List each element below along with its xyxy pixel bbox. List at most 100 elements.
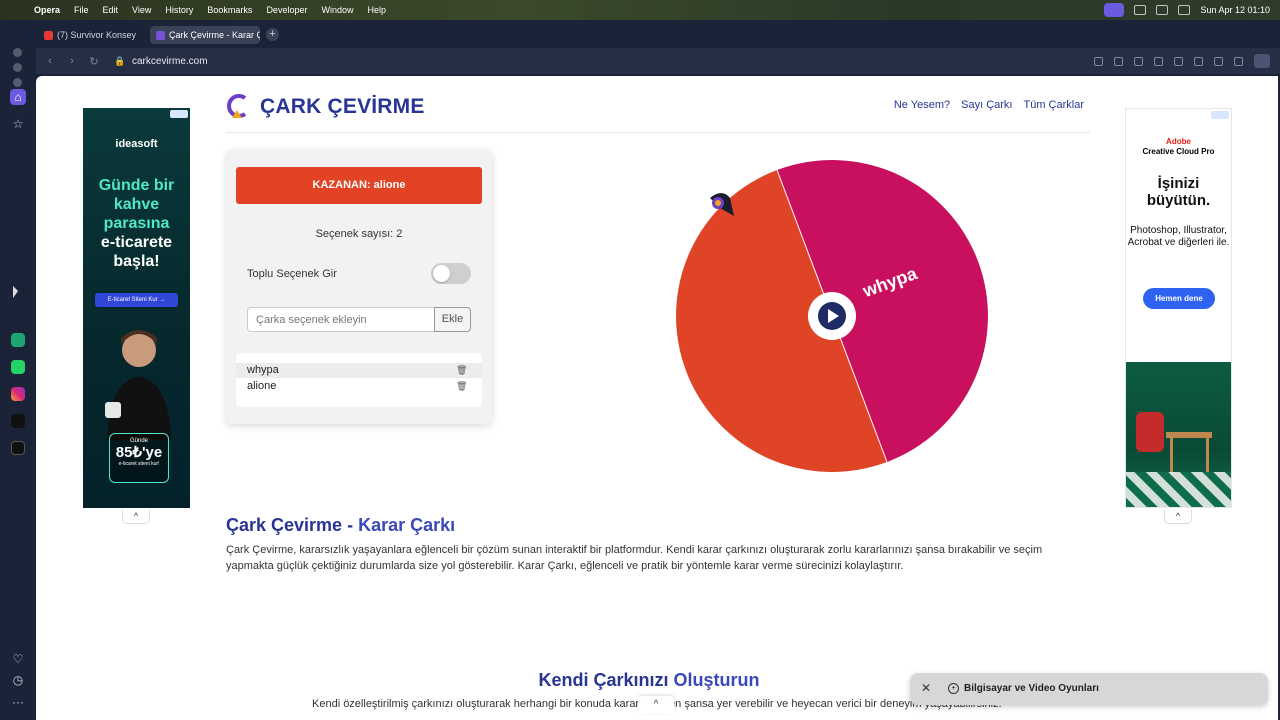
ad-line: e-ticarete: [100, 234, 173, 251]
menu-clock[interactable]: Sun Apr 12 01:10: [1200, 5, 1270, 15]
camera-icon[interactable]: [1114, 56, 1123, 66]
ad-brand: ideasoft: [115, 138, 158, 150]
ad-cta-button[interactable]: Hemen dene: [1143, 288, 1215, 309]
menu-icon[interactable]: [1234, 56, 1243, 66]
nav-link-tum-carklar[interactable]: Tüm Çarklar: [1023, 99, 1084, 111]
heading-part: Çark Çevirme -: [226, 515, 359, 535]
option-input[interactable]: [247, 307, 435, 332]
ad-info-icon[interactable]: [1211, 111, 1229, 119]
chatgpt-icon[interactable]: [11, 333, 25, 347]
tab-cark-cevirme[interactable]: Çark Çevirme - Karar Ça: [150, 26, 260, 44]
opera-status-icon[interactable]: [1104, 3, 1125, 17]
site-nav: Ne Yesem? Sayı Çarkı Tüm Çarklar: [894, 99, 1084, 111]
web-page: ideasoft Günde bir kahve parasına e-tica…: [36, 76, 1278, 720]
ad-collapse-button[interactable]: ^: [122, 510, 150, 524]
toolbar-icons: [1094, 54, 1270, 68]
zoom-window-button[interactable]: [13, 78, 22, 87]
ad-price-bottom: e-ticaret siteni kur!: [118, 461, 160, 467]
menu-developer[interactable]: Developer: [266, 5, 307, 15]
menu-app-name[interactable]: Opera: [34, 5, 60, 15]
download-icon[interactable]: [1214, 56, 1223, 66]
wifi-icon[interactable]: [1156, 5, 1169, 15]
star-icon[interactable]: ☆: [10, 116, 26, 132]
category-toast[interactable]: ✕ + Bilgisayar ve Video Oyunları: [910, 673, 1268, 705]
site-favicon-icon: [156, 30, 165, 40]
control-center-icon[interactable]: [1178, 5, 1191, 15]
tiktok-icon[interactable]: [11, 414, 25, 428]
ad-brand-product: Creative Cloud Pro: [1142, 147, 1215, 156]
ad-info-icon[interactable]: [170, 110, 188, 118]
site-info-icon[interactable]: 🔒: [114, 56, 125, 66]
ad-line: kahve: [113, 196, 160, 213]
tab-bar: (7) Survivor Konsey Çark Çevirme - Karar…: [36, 20, 1280, 48]
close-window-button[interactable]: [13, 48, 22, 57]
menu-edit[interactable]: Edit: [103, 5, 119, 15]
menu-help[interactable]: Help: [367, 5, 386, 15]
trash-icon[interactable]: 🗑: [456, 365, 467, 375]
add-option-button[interactable]: Ekle: [434, 307, 471, 332]
article-paragraph: Çark Çevirme, kararsızlık yaşayanlara eğ…: [226, 544, 1043, 572]
forward-button[interactable]: ›: [64, 55, 80, 67]
ad-line: parasına: [103, 215, 170, 232]
status-area: Sun Apr 12 01:10: [1104, 0, 1270, 20]
minimize-window-button[interactable]: [13, 63, 22, 72]
list-item[interactable]: whypa 🗑: [236, 363, 482, 378]
heading-accent: Karar Çarkı: [358, 515, 456, 535]
ad-body: Photoshop, Illustrator, Acrobat ve diğer…: [1127, 225, 1230, 248]
list-item[interactable]: alione 🗑: [236, 379, 482, 394]
heart-icon[interactable]: ♡: [10, 651, 26, 667]
play-icon[interactable]: [1174, 56, 1183, 66]
menu-file[interactable]: File: [74, 5, 89, 15]
option-label: alione: [247, 380, 277, 392]
nav-link-ne-yesem[interactable]: Ne Yesem?: [894, 99, 950, 111]
menu-view[interactable]: View: [132, 5, 151, 15]
toggle-knob: [433, 265, 450, 282]
url-field[interactable]: carkcevirme.com: [132, 56, 208, 67]
site-title[interactable]: ÇARK ÇEVİRME: [260, 95, 425, 119]
extension-icon[interactable]: [1154, 56, 1163, 66]
bottom-ad-expand-button[interactable]: ^: [638, 696, 674, 714]
ad-price: 85₺'ye: [115, 444, 163, 461]
menu-window[interactable]: Window: [321, 5, 353, 15]
header-divider: [226, 132, 1090, 133]
heading-accent: Oluşturun: [673, 670, 760, 690]
address-bar: ‹ › ↻ 🔒 carkcevirme.com: [36, 48, 1280, 74]
heart-icon[interactable]: [1194, 56, 1203, 66]
x-icon[interactable]: [11, 441, 25, 455]
shield-icon[interactable]: [1134, 56, 1143, 66]
ad-cta-button[interactable]: E-ticaret Siteni Kur →: [95, 293, 178, 307]
close-icon[interactable]: ✕: [921, 681, 931, 695]
new-tab-button[interactable]: +: [266, 28, 279, 41]
mouse-cursor: [13, 286, 18, 298]
more-icon[interactable]: ···: [10, 694, 26, 710]
winner-banner: KAZANAN: alione: [236, 167, 482, 204]
site-logo-icon[interactable]: [226, 92, 248, 120]
tab-title: (7) Survivor Konsey: [57, 30, 137, 40]
share-icon[interactable]: [1094, 56, 1103, 66]
apple-icon[interactable]: [12, 3, 26, 17]
browser-sidebar: ⌂ ☆ ♡ ◷ ···: [0, 20, 36, 720]
reload-button[interactable]: ↻: [86, 55, 102, 68]
ad-brand: Adobe Creative Cloud Pro: [1126, 137, 1231, 157]
heading-part: Kendi Çarkınızı: [538, 670, 674, 690]
profile-avatar[interactable]: [1254, 54, 1270, 68]
ad-right-banner[interactable]: Adobe Creative Cloud Pro İşinizi büyütün…: [1125, 108, 1232, 508]
ad-collapse-button[interactable]: ^: [1164, 510, 1192, 524]
history-icon[interactable]: ◷: [10, 672, 26, 688]
ad-photo-image: [1126, 362, 1231, 507]
bulk-entry-toggle[interactable]: [431, 263, 471, 284]
trash-icon[interactable]: 🗑: [456, 381, 467, 391]
battery-icon[interactable]: [1134, 5, 1147, 15]
option-count: Seçenek sayısı: 2: [315, 228, 403, 240]
nav-link-sayi-carki[interactable]: Sayı Çarkı: [961, 99, 1012, 111]
back-button[interactable]: ‹: [42, 55, 58, 67]
ad-headline: Günde bir kahve parasına e-ticarete başl…: [89, 176, 184, 271]
menu-bookmarks[interactable]: Bookmarks: [207, 5, 252, 15]
home-icon[interactable]: ⌂: [10, 89, 26, 105]
tab-survivor[interactable]: (7) Survivor Konsey: [38, 26, 148, 44]
instagram-icon[interactable]: [11, 387, 25, 401]
ad-left-banner[interactable]: ideasoft Günde bir kahve parasına e-tica…: [83, 108, 190, 508]
whatsapp-icon[interactable]: [11, 360, 25, 374]
ad-brand-name: Adobe: [1166, 137, 1191, 146]
menu-history[interactable]: History: [165, 5, 193, 15]
